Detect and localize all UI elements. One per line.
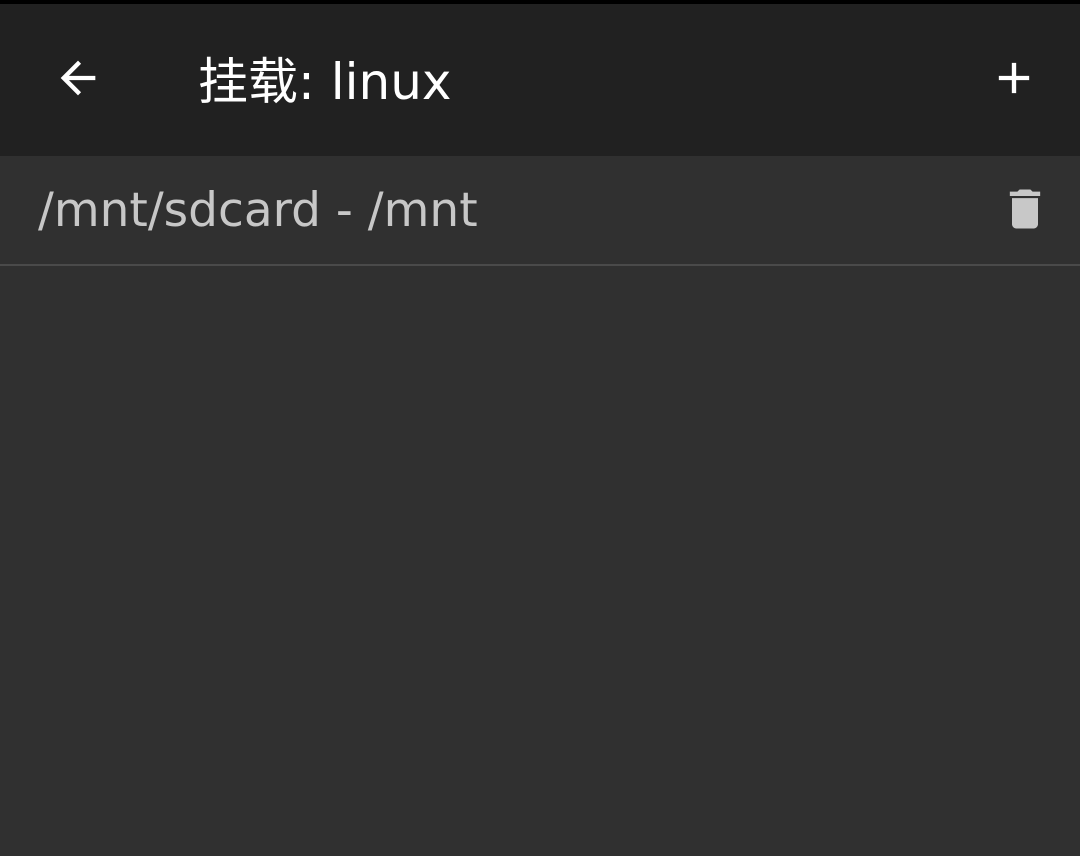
plus-icon <box>988 52 1040 108</box>
trash-icon <box>999 181 1051 241</box>
add-mount-button[interactable] <box>972 38 1056 122</box>
app-toolbar: 挂载: linux <box>0 4 1080 156</box>
back-button[interactable] <box>36 38 120 122</box>
mount-list: /mnt/sdcard - /mnt <box>0 156 1080 266</box>
mount-list-item[interactable]: /mnt/sdcard - /mnt <box>0 156 1080 266</box>
mount-screen: 挂载: linux /mnt/sdcard - /mnt <box>0 0 1080 856</box>
page-title: 挂载: linux <box>198 53 452 111</box>
mount-path-label: /mnt/sdcard - /mnt <box>38 183 478 238</box>
arrow-back-icon <box>52 52 104 108</box>
delete-mount-button[interactable] <box>986 172 1064 250</box>
